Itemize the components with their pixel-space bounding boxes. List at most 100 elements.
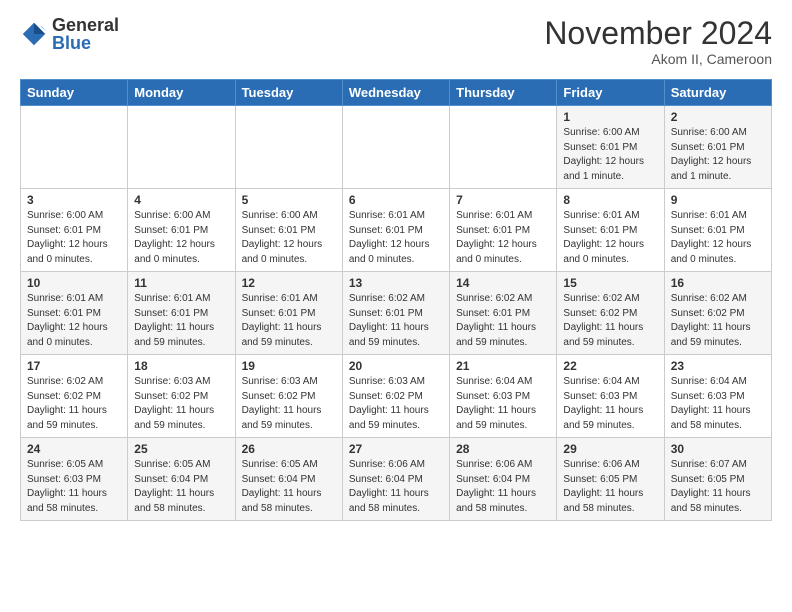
calendar-cell: 4 Sunrise: 6:00 AM Sunset: 6:01 PM Daylig… <box>128 189 235 272</box>
day-info: Sunrise: 6:06 AM Sunset: 6:05 PM Dayligh… <box>563 458 657 516</box>
calendar-cell: 2Sunrise: 6:00 AM Sunset: 6:01 PM Daylig… <box>664 106 771 189</box>
day-number: 21 <box>456 359 550 373</box>
calendar-cell: 13 Sunrise: 6:02 AM Sunset: 6:01 PM Dayli… <box>342 272 449 355</box>
day-info: Sunrise: 6:00 AM Sunset: 6:01 PM Dayligh… <box>242 209 336 267</box>
calendar-cell: 14 Sunrise: 6:02 AM Sunset: 6:01 PM Dayli… <box>450 272 557 355</box>
calendar-cell: 7 Sunrise: 6:01 AM Sunset: 6:01 PM Daylig… <box>450 189 557 272</box>
day-number: 10 <box>27 276 121 290</box>
day-number: 7 <box>456 193 550 207</box>
calendar-cell: 8Sunrise: 6:01 AM Sunset: 6:01 PM Daylig… <box>557 189 664 272</box>
day-number: 2 <box>671 110 765 124</box>
calendar-cell: 15 Sunrise: 6:02 AM Sunset: 6:02 PM Dayli… <box>557 272 664 355</box>
day-info: Sunrise: 6:03 AM Sunset: 6:02 PM Dayligh… <box>349 375 443 433</box>
calendar-cell: 21 Sunrise: 6:04 AM Sunset: 6:03 PM Dayli… <box>450 355 557 438</box>
day-number: 13 <box>349 276 443 290</box>
day-info: Sunrise: 6:01 AM Sunset: 6:01 PM Dayligh… <box>456 209 550 267</box>
calendar-cell: 19Sunrise: 6:03 AM Sunset: 6:02 PM Dayli… <box>235 355 342 438</box>
calendar-cell: 29 Sunrise: 6:06 AM Sunset: 6:05 PM Dayli… <box>557 438 664 521</box>
day-info: Sunrise: 6:02 AM Sunset: 6:01 PM Dayligh… <box>349 292 443 350</box>
day-info: Sunrise: 6:04 AM Sunset: 6:03 PM Dayligh… <box>563 375 657 433</box>
day-info: Sunrise: 6:02 AM Sunset: 6:01 PM Dayligh… <box>456 292 550 350</box>
day-number: 9 <box>671 193 765 207</box>
day-number: 18 <box>134 359 228 373</box>
logo: General Blue <box>20 16 119 52</box>
calendar-cell <box>235 106 342 189</box>
day-info: Sunrise: 6:01 AM Sunset: 6:01 PM Dayligh… <box>27 292 121 350</box>
calendar-week-row: 24Sunrise: 6:05 AM Sunset: 6:03 PM Dayli… <box>21 438 772 521</box>
day-number: 22 <box>563 359 657 373</box>
calendar-header: SundayMondayTuesdayWednesdayThursdayFrid… <box>21 80 772 106</box>
day-info: Sunrise: 6:05 AM Sunset: 6:03 PM Dayligh… <box>27 458 121 516</box>
day-info: Sunrise: 6:04 AM Sunset: 6:03 PM Dayligh… <box>456 375 550 433</box>
day-number: 23 <box>671 359 765 373</box>
calendar-table: SundayMondayTuesdayWednesdayThursdayFrid… <box>20 79 772 521</box>
calendar-body: 1Sunrise: 6:00 AM Sunset: 6:01 PM Daylig… <box>21 106 772 521</box>
calendar-cell: 5 Sunrise: 6:00 AM Sunset: 6:01 PM Daylig… <box>235 189 342 272</box>
day-info: Sunrise: 6:02 AM Sunset: 6:02 PM Dayligh… <box>27 375 121 433</box>
calendar-cell: 10 Sunrise: 6:01 AM Sunset: 6:01 PM Dayli… <box>21 272 128 355</box>
day-number: 17 <box>27 359 121 373</box>
day-info: Sunrise: 6:06 AM Sunset: 6:04 PM Dayligh… <box>456 458 550 516</box>
calendar-cell: 22 Sunrise: 6:04 AM Sunset: 6:03 PM Dayli… <box>557 355 664 438</box>
weekday-header: Saturday <box>664 80 771 106</box>
day-number: 29 <box>563 442 657 456</box>
calendar-cell: 20 Sunrise: 6:03 AM Sunset: 6:02 PM Dayli… <box>342 355 449 438</box>
calendar-cell <box>21 106 128 189</box>
day-info: Sunrise: 6:06 AM Sunset: 6:04 PM Dayligh… <box>349 458 443 516</box>
logo-general: General <box>52 15 119 35</box>
weekday-header: Friday <box>557 80 664 106</box>
calendar-cell: 26 Sunrise: 6:05 AM Sunset: 6:04 PM Dayli… <box>235 438 342 521</box>
day-number: 12 <box>242 276 336 290</box>
header: General Blue November 2024 Akom II, Came… <box>20 16 772 67</box>
weekday-header: Wednesday <box>342 80 449 106</box>
day-number: 15 <box>563 276 657 290</box>
calendar-cell <box>342 106 449 189</box>
calendar-cell: 9 Sunrise: 6:01 AM Sunset: 6:01 PM Daylig… <box>664 189 771 272</box>
day-number: 6 <box>349 193 443 207</box>
day-number: 25 <box>134 442 228 456</box>
logo-blue: Blue <box>52 33 91 53</box>
weekday-header-row: SundayMondayTuesdayWednesdayThursdayFrid… <box>21 80 772 106</box>
calendar-week-row: 1Sunrise: 6:00 AM Sunset: 6:01 PM Daylig… <box>21 106 772 189</box>
weekday-header: Sunday <box>21 80 128 106</box>
title-block: November 2024 Akom II, Cameroon <box>544 16 772 67</box>
day-number: 20 <box>349 359 443 373</box>
day-info: Sunrise: 6:00 AM Sunset: 6:01 PM Dayligh… <box>563 126 657 184</box>
day-info: Sunrise: 6:02 AM Sunset: 6:02 PM Dayligh… <box>563 292 657 350</box>
day-number: 28 <box>456 442 550 456</box>
day-info: Sunrise: 6:00 AM Sunset: 6:01 PM Dayligh… <box>27 209 121 267</box>
calendar-cell: 24Sunrise: 6:05 AM Sunset: 6:03 PM Dayli… <box>21 438 128 521</box>
day-number: 26 <box>242 442 336 456</box>
day-number: 11 <box>134 276 228 290</box>
calendar-cell: 11 Sunrise: 6:01 AM Sunset: 6:01 PM Dayli… <box>128 272 235 355</box>
day-info: Sunrise: 6:05 AM Sunset: 6:04 PM Dayligh… <box>242 458 336 516</box>
day-number: 14 <box>456 276 550 290</box>
day-info: Sunrise: 6:00 AM Sunset: 6:01 PM Dayligh… <box>134 209 228 267</box>
calendar-cell: 30Sunrise: 6:07 AM Sunset: 6:05 PM Dayli… <box>664 438 771 521</box>
month-title: November 2024 <box>544 16 772 51</box>
calendar-cell: 6Sunrise: 6:01 AM Sunset: 6:01 PM Daylig… <box>342 189 449 272</box>
logo-text: General Blue <box>52 16 119 52</box>
logo-icon <box>20 20 48 48</box>
day-number: 5 <box>242 193 336 207</box>
day-info: Sunrise: 6:01 AM Sunset: 6:01 PM Dayligh… <box>671 209 765 267</box>
weekday-header: Monday <box>128 80 235 106</box>
weekday-header: Tuesday <box>235 80 342 106</box>
location: Akom II, Cameroon <box>544 51 772 67</box>
calendar-week-row: 3 Sunrise: 6:00 AM Sunset: 6:01 PM Daylig… <box>21 189 772 272</box>
day-info: Sunrise: 6:01 AM Sunset: 6:01 PM Dayligh… <box>563 209 657 267</box>
calendar-cell: 25 Sunrise: 6:05 AM Sunset: 6:04 PM Dayli… <box>128 438 235 521</box>
calendar-cell: 16Sunrise: 6:02 AM Sunset: 6:02 PM Dayli… <box>664 272 771 355</box>
day-number: 3 <box>27 193 121 207</box>
day-info: Sunrise: 6:01 AM Sunset: 6:01 PM Dayligh… <box>134 292 228 350</box>
day-number: 4 <box>134 193 228 207</box>
calendar-cell: 23Sunrise: 6:04 AM Sunset: 6:03 PM Dayli… <box>664 355 771 438</box>
day-info: Sunrise: 6:03 AM Sunset: 6:02 PM Dayligh… <box>134 375 228 433</box>
calendar-cell: 28 Sunrise: 6:06 AM Sunset: 6:04 PM Dayli… <box>450 438 557 521</box>
day-info: Sunrise: 6:07 AM Sunset: 6:05 PM Dayligh… <box>671 458 765 516</box>
calendar-cell: 18 Sunrise: 6:03 AM Sunset: 6:02 PM Dayli… <box>128 355 235 438</box>
calendar-week-row: 10 Sunrise: 6:01 AM Sunset: 6:01 PM Dayli… <box>21 272 772 355</box>
calendar-cell: 27Sunrise: 6:06 AM Sunset: 6:04 PM Dayli… <box>342 438 449 521</box>
day-info: Sunrise: 6:01 AM Sunset: 6:01 PM Dayligh… <box>242 292 336 350</box>
day-info: Sunrise: 6:05 AM Sunset: 6:04 PM Dayligh… <box>134 458 228 516</box>
